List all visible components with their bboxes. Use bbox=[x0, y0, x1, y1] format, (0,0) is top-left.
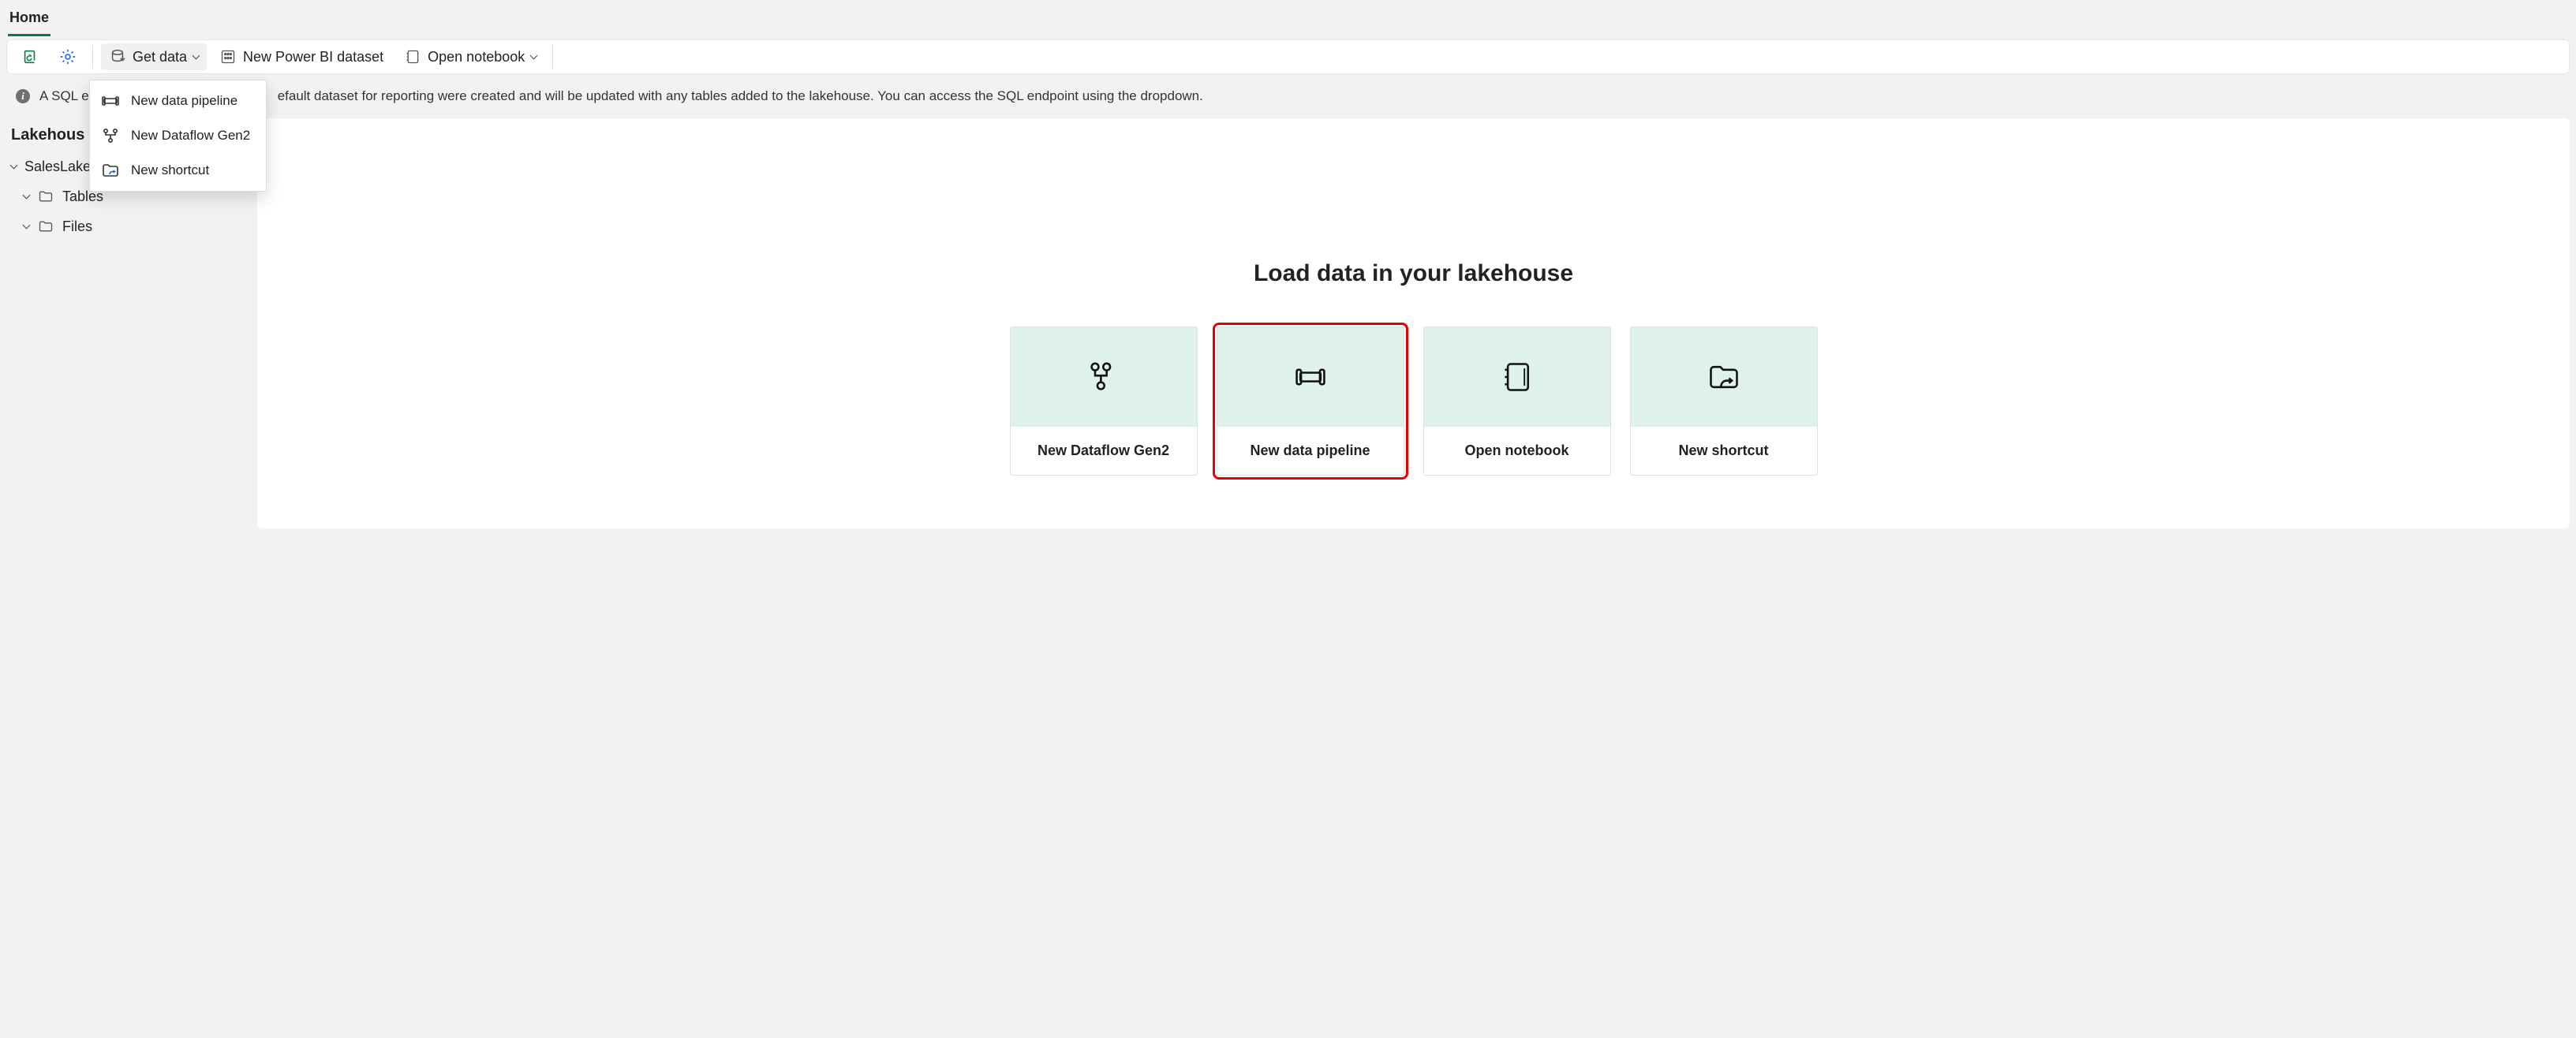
dataset-icon bbox=[219, 48, 237, 65]
new-dataset-label: New Power BI dataset bbox=[243, 49, 383, 65]
toolbar-separator bbox=[92, 45, 93, 69]
toolbar: Get data New Power BI dataset bbox=[6, 39, 2570, 74]
get-data-icon bbox=[109, 48, 126, 65]
folder-icon bbox=[37, 218, 54, 235]
dropdown-item-new-shortcut[interactable]: New shortcut bbox=[90, 153, 266, 188]
get-data-label: Get data bbox=[133, 49, 187, 65]
info-icon: i bbox=[16, 89, 30, 103]
card-label: New shortcut bbox=[1631, 427, 1817, 475]
dropdown-item-label: New Dataflow Gen2 bbox=[131, 128, 250, 144]
card-row: New Dataflow Gen2 New data pipeline bbox=[1010, 327, 1818, 476]
new-dataset-button[interactable]: New Power BI dataset bbox=[211, 43, 391, 70]
info-text-right: efault dataset for reporting were create… bbox=[278, 88, 1203, 104]
open-notebook-button[interactable]: Open notebook bbox=[396, 43, 544, 70]
tree-label: Files bbox=[62, 218, 92, 235]
tab-bar: Home bbox=[0, 0, 2576, 36]
dropdown-item-new-data-pipeline[interactable]: New data pipeline bbox=[90, 84, 266, 118]
dataflow-icon bbox=[1086, 360, 1121, 394]
card-new-shortcut[interactable]: New shortcut bbox=[1630, 327, 1818, 476]
folder-icon bbox=[37, 188, 54, 205]
gear-icon bbox=[59, 48, 77, 65]
notebook-icon bbox=[404, 48, 421, 65]
card-label: New Dataflow Gen2 bbox=[1011, 427, 1197, 475]
card-label: Open notebook bbox=[1424, 427, 1610, 475]
dropdown-item-label: New data pipeline bbox=[131, 93, 237, 109]
shortcut-icon bbox=[1707, 360, 1741, 394]
shortcut-icon bbox=[101, 161, 120, 180]
card-label: New data pipeline bbox=[1217, 427, 1404, 475]
get-data-dropdown: New data pipeline New Dataflow Gen2 bbox=[89, 80, 267, 192]
settings-button[interactable] bbox=[51, 43, 84, 70]
info-text-left: A SQL e bbox=[39, 88, 89, 104]
refresh-icon bbox=[21, 48, 39, 65]
dataflow-icon bbox=[101, 126, 120, 145]
open-notebook-label: Open notebook bbox=[428, 49, 525, 65]
chevron-down-icon bbox=[530, 51, 538, 59]
chevron-down-icon bbox=[193, 51, 200, 59]
info-banner: i A SQL e efault dataset for reporting w… bbox=[6, 80, 2570, 112]
toolbar-separator bbox=[552, 45, 553, 69]
tree-item-files[interactable]: Files bbox=[6, 211, 251, 241]
refresh-button[interactable] bbox=[13, 43, 47, 70]
chevron-down-icon bbox=[23, 221, 31, 229]
pipeline-icon bbox=[101, 91, 120, 110]
card-new-dataflow-gen2[interactable]: New Dataflow Gen2 bbox=[1010, 327, 1198, 476]
card-open-notebook[interactable]: Open notebook bbox=[1423, 327, 1611, 476]
dropdown-item-label: New shortcut bbox=[131, 162, 209, 178]
dropdown-item-new-dataflow-gen2[interactable]: New Dataflow Gen2 bbox=[90, 118, 266, 153]
main-content: Load data in your lakehouse bbox=[257, 118, 2570, 528]
chevron-down-icon bbox=[23, 191, 31, 199]
card-new-data-pipeline[interactable]: New data pipeline bbox=[1217, 327, 1404, 476]
get-data-button[interactable]: Get data bbox=[101, 43, 207, 70]
tab-home[interactable]: Home bbox=[8, 5, 50, 36]
hero-heading: Load data in your lakehouse bbox=[1254, 260, 1573, 287]
notebook-icon bbox=[1500, 360, 1535, 394]
chevron-down-icon bbox=[10, 162, 18, 170]
pipeline-icon bbox=[1293, 360, 1328, 394]
